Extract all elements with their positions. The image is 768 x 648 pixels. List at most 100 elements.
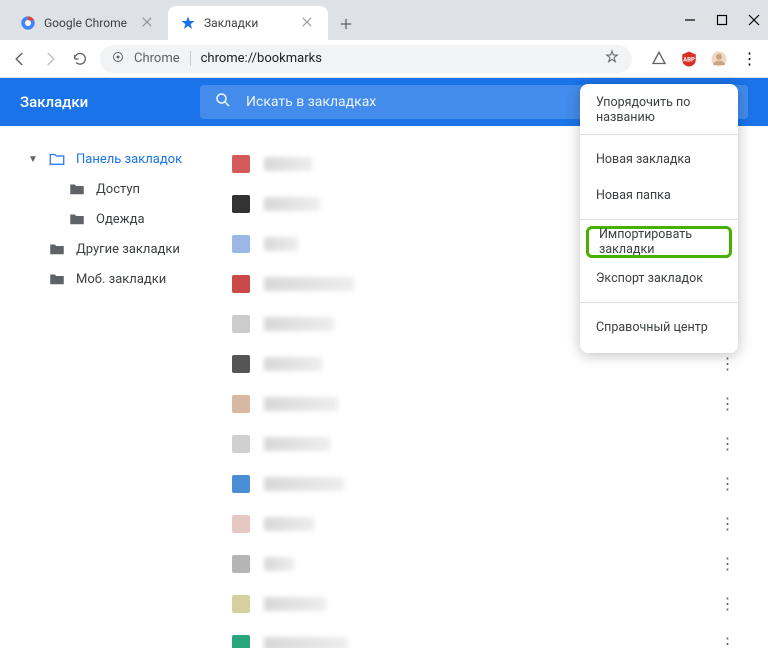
bookmark-row[interactable]: ⋮ [220, 544, 748, 584]
tab-title: Google Chrome [44, 16, 136, 30]
toolbar-icons: ABP ⋮ [650, 50, 758, 68]
reload-button[interactable] [70, 49, 90, 69]
bookmark-title-blurred [264, 597, 326, 611]
menu-export[interactable]: Экспорт закладок [580, 260, 738, 296]
url-prefix: Chrome [134, 51, 191, 66]
sidebar-item-label: Моб. закладки [76, 272, 166, 287]
menu-help[interactable]: Справочный центр [580, 309, 738, 345]
bookmark-title-blurred [264, 317, 334, 331]
favicon [232, 235, 250, 253]
favicon [232, 195, 250, 213]
favicon [232, 355, 250, 373]
forward-button[interactable] [40, 49, 60, 69]
url-text: chrome://bookmarks [201, 51, 322, 66]
sidebar-item-label: Доступ [96, 182, 140, 197]
avatar-icon[interactable] [710, 50, 728, 68]
row-more-icon[interactable]: ⋮ [718, 555, 736, 573]
folder-icon [68, 210, 86, 228]
bookmark-title-blurred [264, 437, 330, 451]
bookmark-title-blurred [264, 517, 314, 531]
menu-separator [580, 302, 738, 303]
favicon [232, 475, 250, 493]
row-more-icon[interactable]: ⋮ [718, 515, 736, 533]
favicon [232, 275, 250, 293]
menu-new-folder[interactable]: Новая папка [580, 177, 738, 213]
close-icon[interactable] [302, 16, 316, 30]
folder-icon [68, 180, 86, 198]
lock-icon [112, 51, 124, 67]
main-menu-button[interactable]: ⋮ [740, 50, 758, 68]
chevron-down-icon: ▼ [28, 154, 38, 165]
yandex-icon[interactable] [650, 50, 668, 68]
chrome-icon [20, 15, 36, 31]
bookmark-row[interactable]: ⋮ [220, 624, 748, 648]
favicon [232, 635, 250, 648]
menu-separator [580, 134, 738, 135]
close-icon[interactable] [142, 16, 156, 30]
page-title: Закладки [20, 93, 200, 111]
folder-icon [48, 150, 66, 168]
favicon [232, 315, 250, 333]
bookmark-row[interactable]: ⋮ [220, 384, 748, 424]
folder-icon [48, 270, 66, 288]
folder-icon [48, 240, 66, 258]
tab-chrome[interactable]: Google Chrome [8, 6, 168, 40]
window-controls [684, 0, 760, 40]
bookmark-title-blurred [264, 237, 298, 251]
minimize-icon[interactable] [684, 14, 696, 26]
sidebar-item-mobile[interactable]: Моб. закладки [8, 264, 212, 294]
row-more-icon[interactable]: ⋮ [718, 355, 736, 373]
bookmark-title-blurred [264, 397, 338, 411]
row-more-icon[interactable]: ⋮ [718, 395, 736, 413]
tabs: Google Chrome Закладки [8, 6, 360, 40]
star-icon [180, 15, 196, 31]
sidebar-item-label: Одежда [96, 212, 145, 227]
menu-import[interactable]: Импортировать закладки [586, 226, 732, 258]
bookmark-title-blurred [264, 157, 312, 171]
bookmark-title-blurred [264, 357, 322, 371]
bookmark-title-blurred [264, 557, 294, 571]
favicon [232, 395, 250, 413]
new-tab-button[interactable] [332, 10, 360, 38]
bookmark-title-blurred [264, 477, 344, 491]
menu-new-bookmark[interactable]: Новая закладка [580, 141, 738, 177]
favicon [232, 595, 250, 613]
tab-title: Закладки [204, 16, 296, 30]
back-button[interactable] [10, 49, 30, 69]
bookmark-title-blurred [264, 277, 354, 291]
sidebar-item-label: Панель закладок [76, 152, 182, 167]
bookmark-row[interactable]: ⋮ [220, 464, 748, 504]
bookmark-title-blurred [264, 637, 348, 648]
bookmark-row[interactable]: ⋮ [220, 584, 748, 624]
favicon [232, 155, 250, 173]
search-icon [214, 91, 232, 113]
bookmark-row[interactable]: ⋮ [220, 424, 748, 464]
tab-bookmarks[interactable]: Закладки [168, 6, 328, 40]
sidebar: ▼ Панель закладок Доступ Одежда Другие з… [0, 126, 220, 648]
titlebar: Google Chrome Закладки [0, 0, 768, 40]
menu-sort[interactable]: Упорядочить по названию [580, 92, 738, 128]
bookmark-row[interactable]: ⋮ [220, 504, 748, 544]
maximize-icon[interactable] [716, 14, 728, 26]
menu-separator [580, 219, 738, 220]
row-more-icon[interactable]: ⋮ [718, 635, 736, 648]
close-window-icon[interactable] [748, 14, 760, 26]
favicon [232, 555, 250, 573]
sidebar-item-access[interactable]: Доступ [8, 174, 212, 204]
favicon [232, 435, 250, 453]
favicon [232, 515, 250, 533]
svg-text:ABP: ABP [683, 56, 695, 63]
sidebar-item-other[interactable]: Другие закладки [8, 234, 212, 264]
sidebar-item-clothes[interactable]: Одежда [8, 204, 212, 234]
bookmark-star-icon[interactable] [604, 49, 620, 69]
bookmark-title-blurred [264, 197, 320, 211]
sidebar-item-panel[interactable]: ▼ Панель закладок [8, 144, 212, 174]
adblock-icon[interactable]: ABP [680, 50, 698, 68]
address-bar: Chrome chrome://bookmarks ABP ⋮ [0, 40, 768, 78]
sidebar-item-label: Другие закладки [76, 242, 180, 257]
row-more-icon[interactable]: ⋮ [718, 475, 736, 493]
options-menu: Упорядочить по названию Новая закладка Н… [580, 84, 738, 353]
row-more-icon[interactable]: ⋮ [718, 435, 736, 453]
omnibox[interactable]: Chrome chrome://bookmarks [100, 45, 632, 73]
row-more-icon[interactable]: ⋮ [718, 595, 736, 613]
